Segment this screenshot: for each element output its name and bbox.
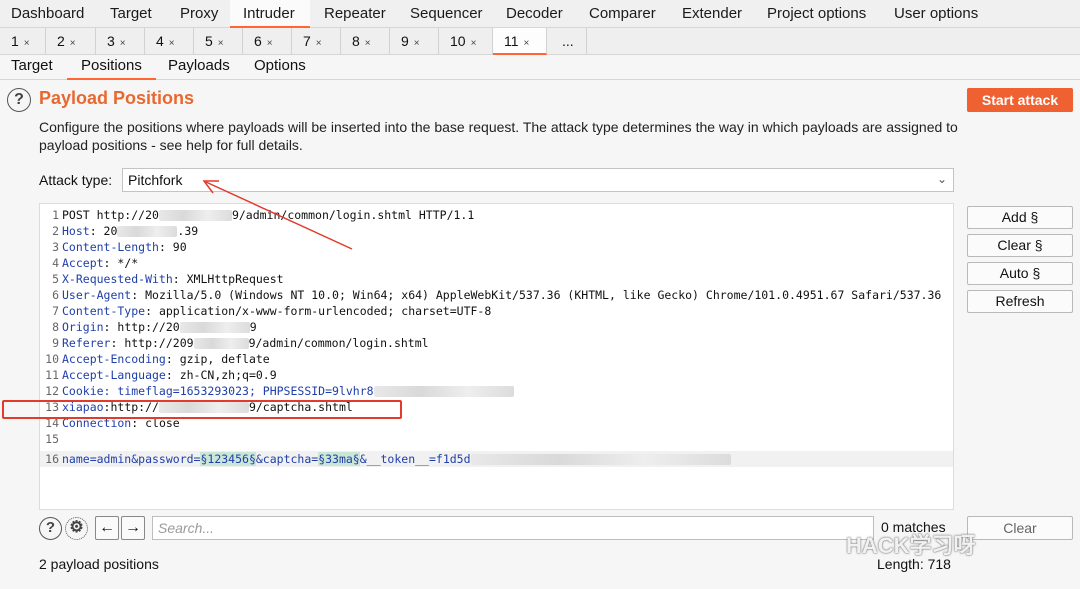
clear-markers-button[interactable]: Clear § [967,234,1073,257]
clear-search-button[interactable]: Clear [967,516,1073,540]
gear-icon[interactable]: ⚙ [65,517,88,540]
refresh-button[interactable]: Refresh [967,290,1073,313]
annotation-arrow [202,180,353,250]
help-icon[interactable]: ? [39,517,62,540]
request-length: Length: 718 [877,556,951,572]
arrow-right-icon[interactable]: → [121,516,145,540]
search-input[interactable]: Search... [152,516,874,540]
arrow-left-icon[interactable]: ← [95,516,119,540]
auto-markers-button[interactable]: Auto § [967,262,1073,285]
add-marker-button[interactable]: Add § [967,206,1073,229]
payload-positions-count: 2 payload positions [39,556,159,572]
